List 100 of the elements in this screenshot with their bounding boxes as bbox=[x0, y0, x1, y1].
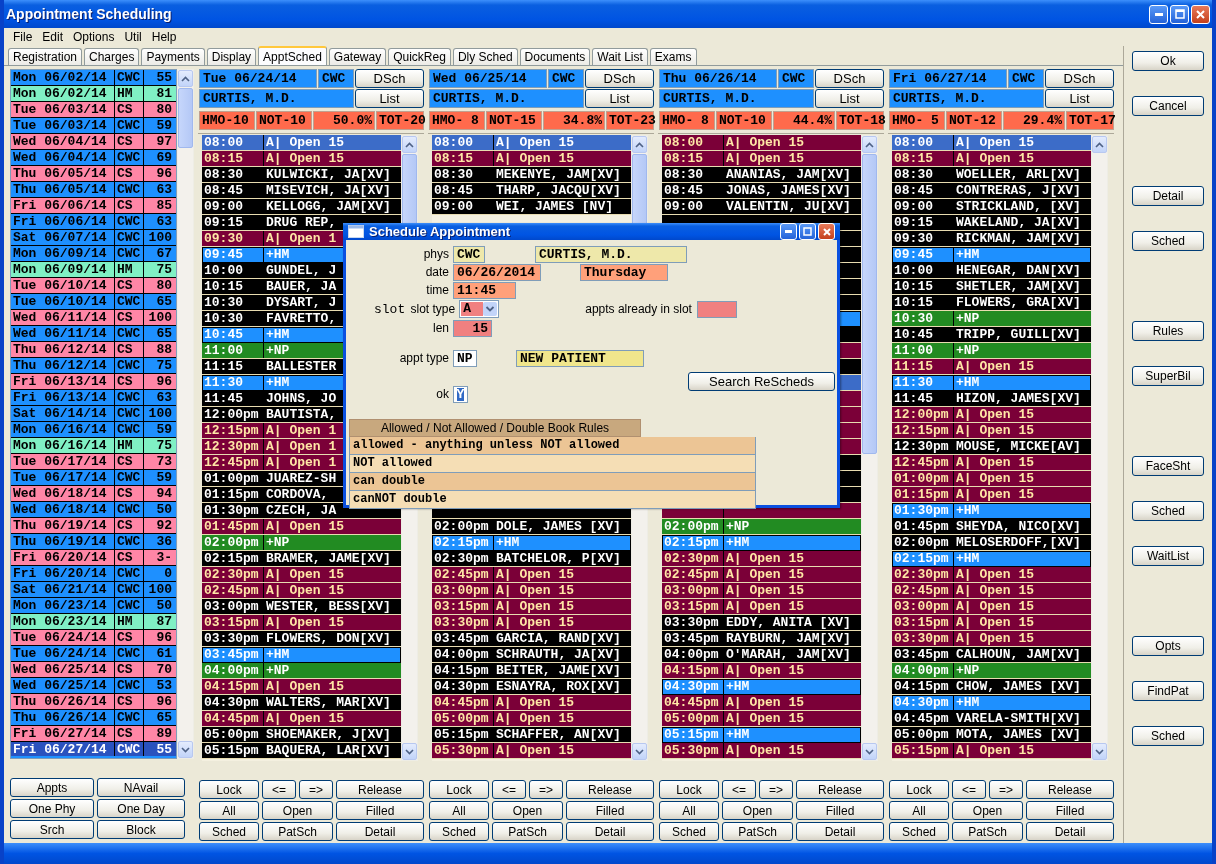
stat-cell: NOT-15 bbox=[486, 111, 542, 130]
patient-name: HIZON, JAMES[XV] bbox=[956, 391, 1081, 406]
phys-name-field: CURTIS, M.D. bbox=[535, 245, 687, 263]
time-cell: 04:15pm bbox=[664, 663, 719, 678]
time-cell: 04:45pm bbox=[664, 695, 719, 710]
day-date: Fri 06/20/14 bbox=[13, 566, 107, 581]
clinic-code: CWC bbox=[1008, 69, 1044, 88]
day-date: Wed 06/25/14 bbox=[13, 678, 107, 693]
clinic-code: CS bbox=[117, 726, 133, 741]
slot-count: 65 bbox=[156, 294, 172, 309]
slot-count: 85 bbox=[156, 198, 172, 213]
clinic-code: CS bbox=[117, 310, 133, 325]
patient-name: A| Open 15 bbox=[956, 151, 1034, 166]
time-cell: 12:15pm bbox=[204, 423, 259, 438]
day-date: Wed 06/25/14 bbox=[13, 662, 107, 677]
time-cell: 09:00 bbox=[434, 199, 473, 214]
day-date: Tue 06/03/14 bbox=[13, 118, 107, 133]
slot-count: 70 bbox=[156, 662, 172, 677]
slot-count: 80 bbox=[156, 102, 172, 117]
clinic-code: CS bbox=[117, 374, 133, 389]
patient-name: A| Open 15 bbox=[956, 599, 1034, 614]
slot-count: 36 bbox=[156, 534, 172, 549]
clinic-code: HM bbox=[117, 262, 133, 277]
day-date: Fri 06/06/14 bbox=[13, 214, 107, 229]
clinic-code: CS bbox=[117, 342, 133, 357]
patient-name: SHEYDA, NICO[XV] bbox=[956, 519, 1081, 534]
day-date: Fri 06/06/14 bbox=[13, 198, 107, 213]
patient-name: +HM bbox=[266, 247, 290, 262]
stat-cell: 29.4% bbox=[1003, 111, 1065, 130]
patient-name: JOHNS, JO bbox=[266, 391, 337, 406]
patient-name: RAYBURN, JAM[XV] bbox=[726, 631, 851, 646]
time-cell: 09:45 bbox=[204, 247, 243, 262]
patient-name: A| Open 15 bbox=[726, 711, 804, 726]
patient-name: +NP bbox=[266, 343, 290, 358]
time-cell: 04:30pm bbox=[204, 695, 259, 710]
day-date: Tue 06/24/14 bbox=[13, 646, 107, 661]
day-date: Mon 06/02/14 bbox=[13, 70, 107, 85]
patient-name: A| Open 15 bbox=[956, 423, 1034, 438]
slot-count: 100 bbox=[148, 406, 172, 421]
patient-name: A| Open 15 bbox=[726, 567, 804, 582]
patient-name: A| Open 15 bbox=[726, 663, 804, 678]
time-cell: 02:30pm bbox=[894, 567, 949, 582]
time-cell: 03:00pm bbox=[204, 599, 259, 614]
patient-name: BEITER, JAME[XV] bbox=[496, 663, 621, 678]
patient-name: A| Open 15 bbox=[496, 151, 574, 166]
time-cell: 04:00pm bbox=[204, 663, 259, 678]
day-date: Wed 06/04/14 bbox=[13, 150, 107, 165]
time-cell: 03:15pm bbox=[434, 599, 489, 614]
day-date: Fri 06/13/14 bbox=[13, 390, 107, 405]
patient-name: A| Open 15 bbox=[496, 583, 574, 598]
time-cell: 02:00pm bbox=[664, 519, 719, 534]
time-cell: 02:45pm bbox=[894, 583, 949, 598]
patient-name: +HM bbox=[726, 535, 750, 550]
physician-name: CURTIS, M.D. bbox=[659, 89, 814, 108]
time-cell: 12:45pm bbox=[204, 455, 259, 470]
day-date: Tue 06/24/14 bbox=[13, 630, 107, 645]
time-cell: 02:45pm bbox=[434, 567, 489, 582]
day-date: Fri 06/20/14 bbox=[13, 550, 107, 565]
clinic-code: CS bbox=[117, 550, 133, 565]
clinic-code: CWC bbox=[117, 646, 141, 661]
patient-name: +HM bbox=[726, 727, 750, 742]
time-cell: 08:45 bbox=[434, 183, 473, 198]
slot-count: 87 bbox=[156, 614, 172, 629]
slot-count: 55 bbox=[156, 70, 172, 85]
slot-count: 75 bbox=[156, 438, 172, 453]
patient-name: +HM bbox=[956, 551, 980, 566]
day-date: Thu 06/12/14 bbox=[13, 342, 107, 357]
patient-name: CZECH, JA bbox=[266, 503, 337, 518]
time-cell: 10:15 bbox=[204, 279, 243, 294]
time-cell: 05:15pm bbox=[434, 727, 489, 742]
appt-type-label: appt type bbox=[398, 351, 450, 365]
patient-name: A| Open 1 bbox=[266, 231, 337, 246]
schedule-date: Tue 06/24/14 bbox=[199, 69, 317, 88]
time-cell: 03:45pm bbox=[664, 631, 719, 646]
day-date: Sat 06/21/14 bbox=[13, 582, 107, 597]
time-cell: 04:45pm bbox=[434, 695, 489, 710]
slot-count: 75 bbox=[156, 262, 172, 277]
schedule-date: Fri 06/27/14 bbox=[889, 69, 1007, 88]
time-cell: 04:45pm bbox=[204, 711, 259, 726]
patient-name: A| Open 15 bbox=[496, 615, 574, 630]
time-cell: 05:15pm bbox=[204, 743, 259, 758]
time-cell: 11:30 bbox=[204, 375, 243, 390]
time-cell: 10:15 bbox=[894, 279, 933, 294]
time-cell: 04:00pm bbox=[894, 663, 949, 678]
time-cell: 05:15pm bbox=[894, 743, 949, 758]
day-date: Thu 06/19/14 bbox=[13, 534, 107, 549]
patient-name: FAVRETTO, bbox=[266, 311, 337, 326]
clinic-code: CS bbox=[117, 518, 133, 533]
slot-count: 81 bbox=[156, 86, 172, 101]
time-cell: 12:30pm bbox=[894, 439, 949, 454]
slot-count: 65 bbox=[156, 710, 172, 725]
day-date: Thu 06/19/14 bbox=[13, 518, 107, 533]
patient-name: BALLESTER bbox=[266, 359, 337, 374]
date-label: date bbox=[424, 265, 450, 279]
phys-label: phys bbox=[422, 247, 450, 261]
time-cell: 01:45pm bbox=[894, 519, 949, 534]
patient-name: CALHOUN, JAM[XV] bbox=[956, 647, 1081, 662]
patient-name: KULWICKI, JA[XV] bbox=[266, 167, 391, 182]
time-cell: 08:30 bbox=[434, 167, 473, 182]
slot-count: 69 bbox=[156, 150, 172, 165]
